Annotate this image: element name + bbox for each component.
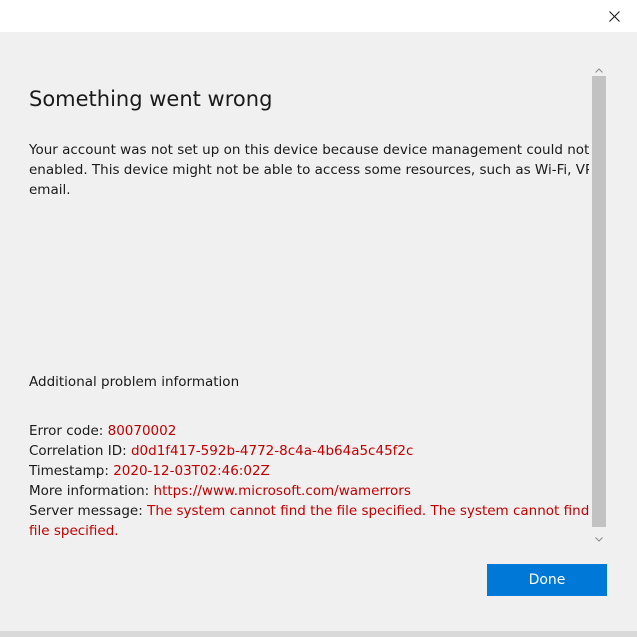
scroll-up-button[interactable] — [591, 60, 607, 74]
error-code-label: Error code: — [29, 423, 104, 439]
chevron-up-icon — [595, 58, 603, 77]
more-info-link[interactable]: https://www.microsoft.com/wamerrors — [154, 483, 411, 499]
correlation-id-row: Correlation ID: d0d1f417-592b-4772-8c4a-… — [29, 441, 589, 461]
scroll-thumb[interactable] — [592, 76, 606, 527]
dialog-heading: Something went wrong — [29, 87, 273, 111]
title-bar — [0, 0, 637, 32]
close-icon — [608, 10, 620, 22]
server-message-row: Server message: The system cannot find t… — [29, 501, 589, 541]
error-details: Error code: 80070002 Correlation ID: d0d… — [29, 421, 589, 541]
chevron-down-icon — [595, 527, 603, 546]
timestamp-value: 2020-12-03T02:46:02Z — [113, 463, 270, 479]
more-info-row: More information: https://www.microsoft.… — [29, 481, 589, 501]
window-bottom-border — [0, 631, 637, 637]
timestamp-label: Timestamp: — [29, 463, 109, 479]
scroll-down-button[interactable] — [591, 529, 607, 543]
vertical-scrollbar[interactable] — [591, 60, 607, 543]
timestamp-row: Timestamp: 2020-12-03T02:46:02Z — [29, 461, 589, 481]
correlation-id-label: Correlation ID: — [29, 443, 127, 459]
more-info-label: More information: — [29, 483, 150, 499]
error-message: Your account was not set up on this devi… — [29, 142, 589, 198]
server-message-label: Server message: — [29, 503, 143, 519]
additional-info-heading: Additional problem information — [29, 374, 240, 390]
scroll-area: Something went wrong Your account was no… — [0, 32, 589, 547]
error-code-row: Error code: 80070002 — [29, 421, 589, 441]
error-code-value: 80070002 — [107, 423, 177, 439]
correlation-id-value: d0d1f417-592b-4772-8c4a-4b64a5c45f2c — [130, 443, 414, 459]
dialog-content: Something went wrong Your account was no… — [0, 32, 637, 631]
close-button[interactable] — [591, 0, 637, 32]
done-button[interactable]: Done — [487, 564, 607, 596]
